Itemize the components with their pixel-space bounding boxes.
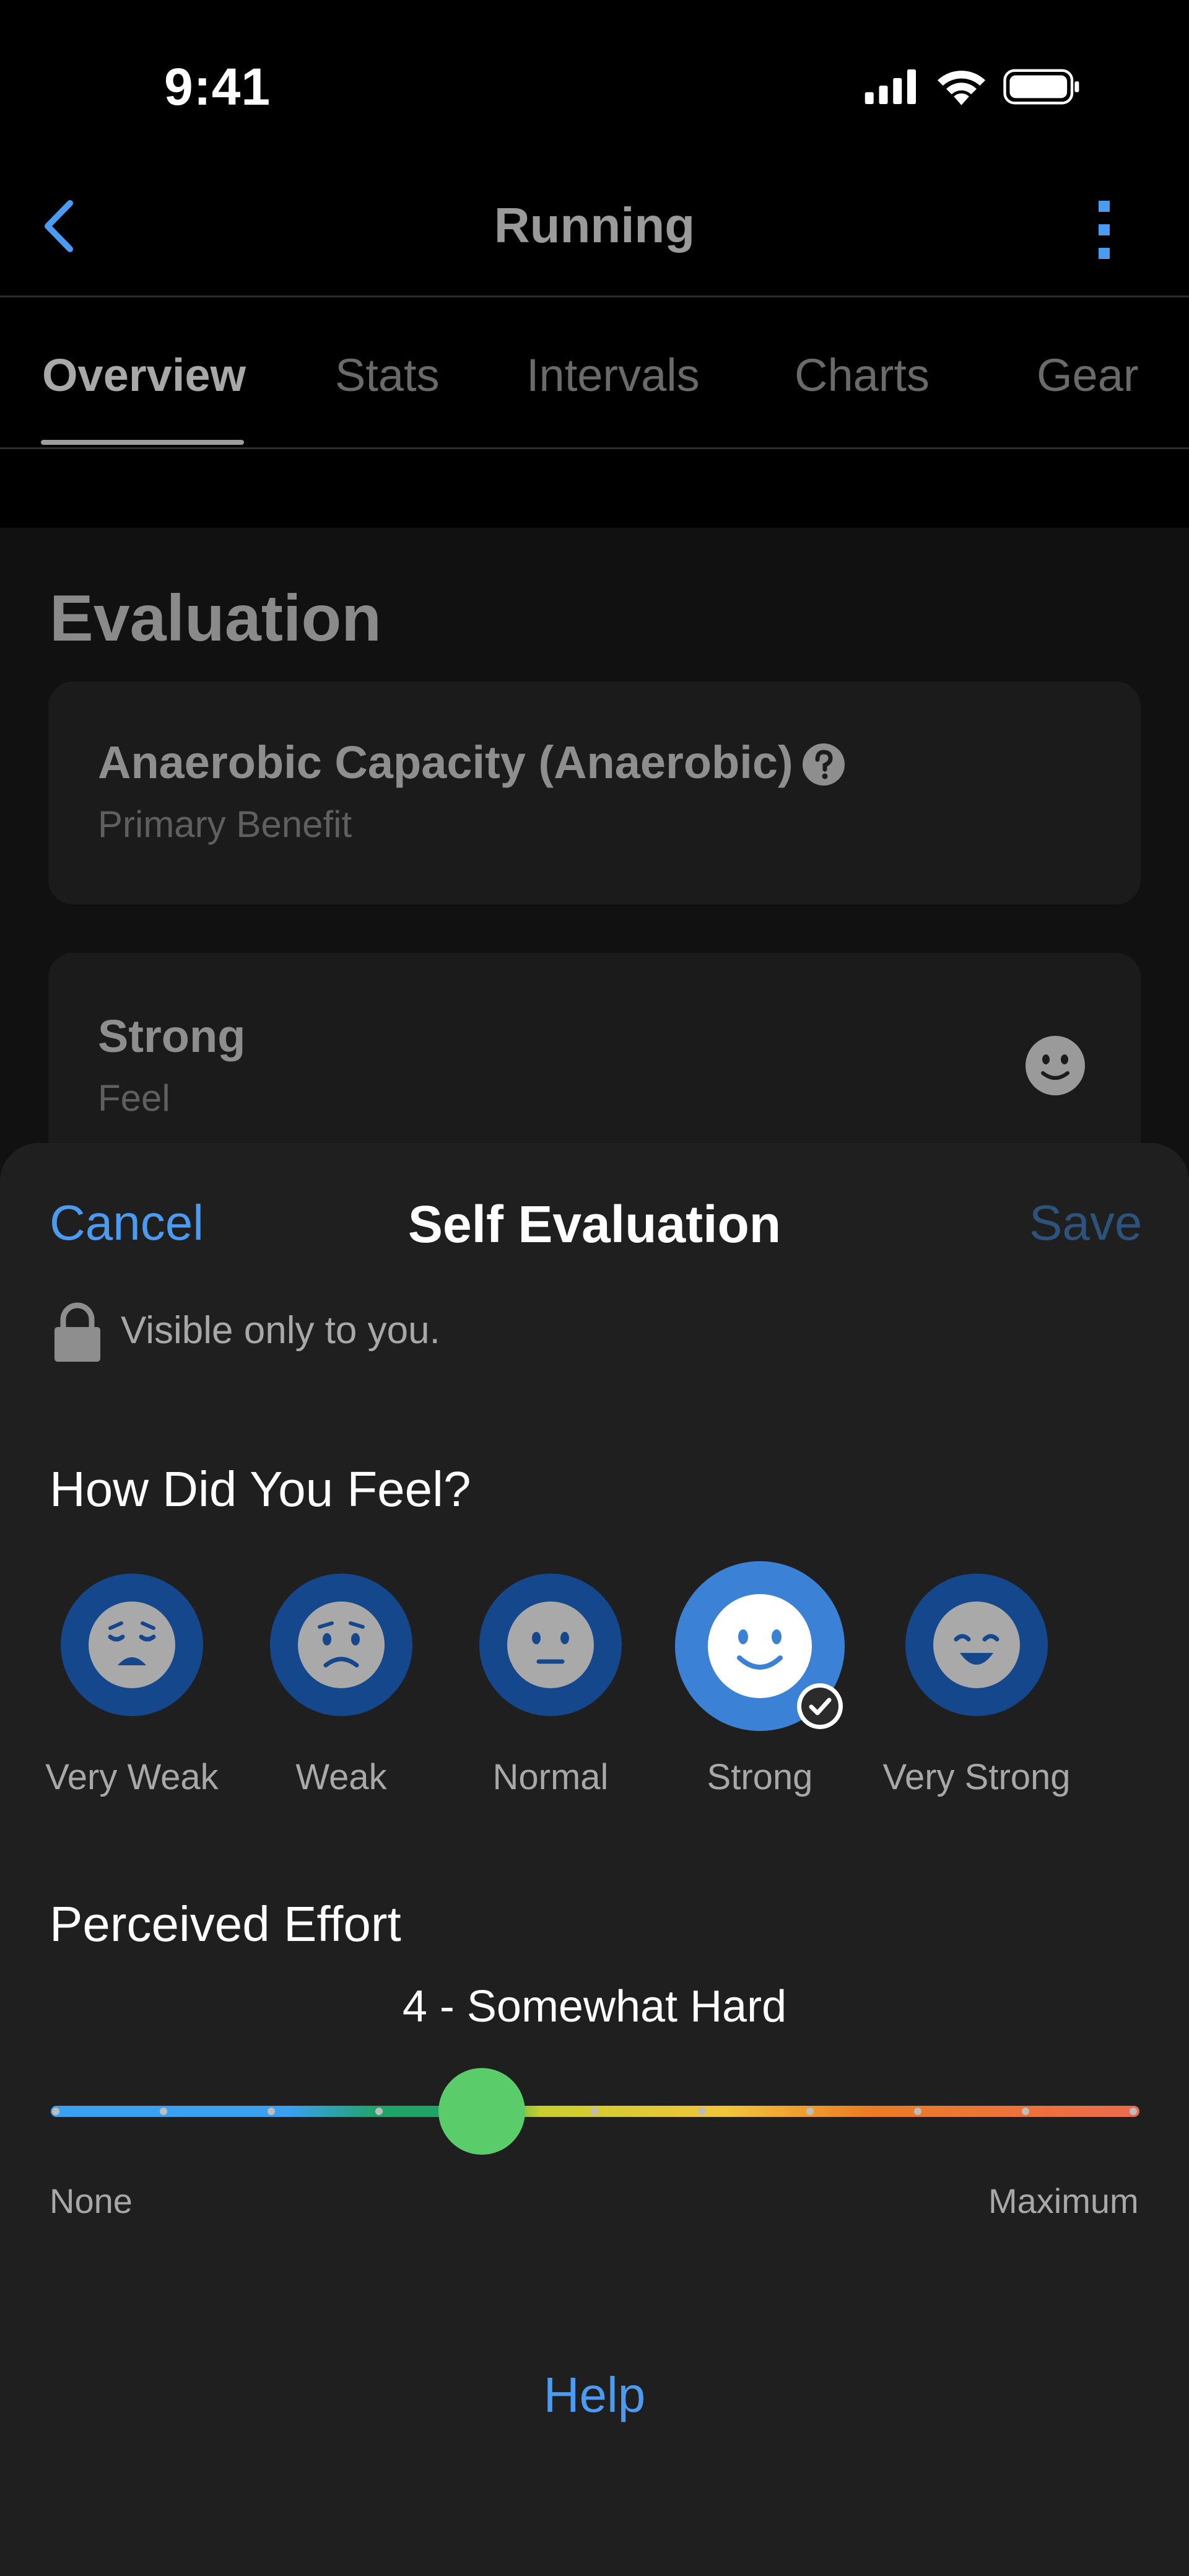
feel-option-weak[interactable]: [270, 1574, 412, 1716]
effort-value-label: 4 - Somewhat Hard: [402, 1982, 787, 2031]
feel-option-very-weak[interactable]: [61, 1574, 203, 1716]
battery-icon: [1003, 69, 1079, 105]
tab-overview[interactable]: Overview: [42, 349, 246, 401]
feel-subtitle: Feel: [98, 1077, 170, 1119]
slider-tick: [591, 2108, 598, 2115]
section-title-evaluation: Evaluation: [50, 582, 382, 655]
effort-min-label: None: [50, 2181, 133, 2220]
feel-option-normal[interactable]: [479, 1574, 622, 1716]
effort-max-label: Maximum: [988, 2181, 1139, 2220]
benefit-card[interactable]: [48, 681, 1141, 905]
save-button[interactable]: Save: [1029, 1194, 1142, 1251]
nav-title: Running: [494, 198, 695, 253]
tab-gear[interactable]: Gear: [1037, 349, 1139, 401]
feel-label-very-weak: Very Weak: [45, 1757, 219, 1797]
effort-title: Perceived Effort: [50, 1896, 401, 1952]
feel-question: How Did You Feel?: [50, 1461, 471, 1517]
feel-title: Strong: [98, 1010, 246, 1062]
benefit-subtitle: Primary Benefit: [98, 804, 352, 845]
question-circle-icon[interactable]: [801, 742, 846, 787]
sheet-title: Self Evaluation: [407, 1195, 782, 1253]
feel-label-normal: Normal: [492, 1757, 609, 1797]
very-weak-face-icon: [89, 1601, 175, 1688]
slider-tick: [375, 2108, 383, 2115]
weak-face-icon: [298, 1601, 385, 1688]
benefit-title: Anaerobic Capacity (Anaerobic): [98, 737, 793, 788]
slider-tick: [806, 2108, 814, 2115]
tabs-divider: [0, 447, 1189, 449]
tab-active-indicator: [41, 440, 244, 445]
self-evaluation-sheet: [0, 1143, 1189, 2576]
signal-icon: [865, 69, 916, 104]
wifi-icon: [938, 71, 985, 105]
effort-slider-thumb[interactable]: [438, 2068, 525, 2155]
slider-tick: [52, 2108, 59, 2115]
slider-tick: [914, 2108, 921, 2115]
status-icons: [865, 69, 1079, 105]
selected-check-icon: [797, 1683, 843, 1729]
smile-face-icon: [1026, 1036, 1085, 1095]
help-button[interactable]: Help: [0, 2367, 1189, 2424]
feel-label-very-strong: Very Strong: [882, 1757, 1071, 1797]
tab-stats[interactable]: Stats: [335, 349, 440, 401]
tab-intervals[interactable]: Intervals: [526, 349, 700, 401]
slider-tick: [699, 2108, 706, 2115]
status-time: 9:41: [164, 58, 271, 116]
lock-icon: [54, 1302, 100, 1362]
slider-tick: [160, 2108, 167, 2115]
visibility-note: Visible only to you.: [121, 1309, 440, 1352]
feel-option-very-strong[interactable]: [905, 1574, 1048, 1716]
very-strong-face-icon: [933, 1601, 1020, 1688]
feel-label-weak: Weak: [295, 1757, 387, 1797]
feel-label-strong: Strong: [707, 1757, 813, 1797]
tab-charts[interactable]: Charts: [795, 349, 930, 401]
more-options-icon[interactable]: [1090, 196, 1120, 264]
slider-tick: [268, 2108, 275, 2115]
slider-tick: [1130, 2108, 1137, 2115]
slider-tick: [1022, 2108, 1029, 2115]
normal-face-icon: [507, 1601, 594, 1688]
